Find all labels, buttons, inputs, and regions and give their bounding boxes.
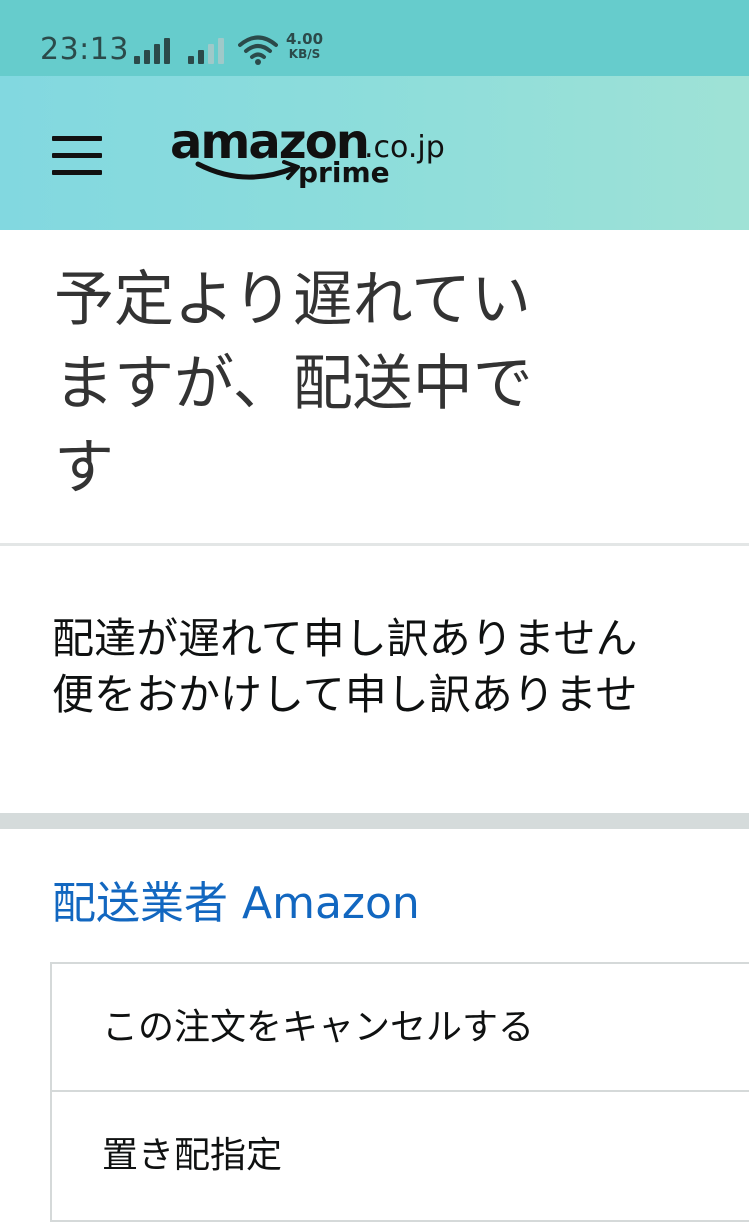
amazon-prime-logo[interactable]: amazon .co.jp prime xyxy=(170,114,460,198)
apology-message: 配達が遅れて申し訳ありません 便をおかけして申し訳ありませ xyxy=(52,611,749,723)
app-header: amazon .co.jp prime xyxy=(0,76,749,230)
message-line: 配達が遅れて申し訳ありません xyxy=(52,614,638,663)
order-actions-list: この注文をキャンセルする 置き配指定 xyxy=(50,962,749,1222)
section-divider-thick xyxy=(0,813,749,829)
network-speed-value: 4.00 xyxy=(286,30,324,48)
status-time: 23:13 xyxy=(40,32,129,67)
hamburger-menu-icon[interactable] xyxy=(52,136,104,176)
cell-signal-2-icon xyxy=(188,36,230,64)
status-bar: 23:13 4.00 KB/S xyxy=(0,0,749,76)
smile-arrow-icon xyxy=(195,160,300,180)
safe-place-delivery-label: 置き配指定 xyxy=(102,1135,283,1176)
cancel-order-label: この注文をキャンセルする xyxy=(102,1007,535,1048)
carrier-label: 配送業者 Amazon xyxy=(52,878,420,929)
wifi-icon xyxy=(238,35,278,65)
cancel-order-button[interactable]: この注文をキャンセルする xyxy=(52,964,749,1090)
network-speed: 4.00 KB/S xyxy=(286,32,323,62)
section-divider xyxy=(0,543,749,546)
logo-prime-text: prime xyxy=(298,156,390,189)
delivery-status-title: 予定より遅れてい ますが、配送中で す xyxy=(54,258,654,510)
title-line: 予定より遅れてい xyxy=(54,265,531,335)
safe-place-delivery-button[interactable]: 置き配指定 xyxy=(52,1092,749,1218)
title-line: ますが、配送中で xyxy=(54,349,533,419)
cell-signal-icon xyxy=(134,36,176,64)
network-speed-unit: KB/S xyxy=(288,47,321,61)
title-line: す xyxy=(54,433,114,503)
message-line: 便をおかけして申し訳ありませ xyxy=(52,670,638,719)
